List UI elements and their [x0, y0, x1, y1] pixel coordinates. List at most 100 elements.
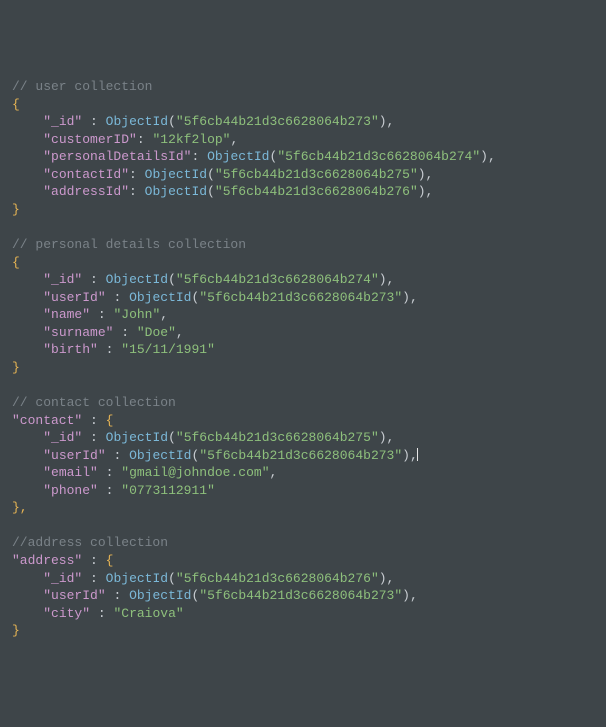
string-value: "5f6cb44b21d3c6628064b276"	[215, 184, 418, 199]
paren-open: (	[168, 571, 176, 586]
paren-open: (	[192, 588, 200, 603]
paren-close: ),	[418, 184, 434, 199]
colon: :	[121, 325, 129, 340]
root-key: "contact"	[12, 413, 82, 428]
string-value: "0773112911"	[121, 483, 215, 498]
paren-close: ),	[480, 149, 496, 164]
brace-close: }	[12, 623, 20, 638]
field-key: "_id"	[43, 571, 82, 586]
colon: :	[129, 184, 137, 199]
colon: :	[90, 553, 98, 568]
paren-close: ),	[402, 290, 418, 305]
comment-contact: // contact collection	[12, 395, 176, 410]
paren-open: (	[168, 430, 176, 445]
paren-close: ),	[379, 114, 395, 129]
brace-open: {	[106, 413, 114, 428]
colon: :	[106, 483, 114, 498]
field-key: "_id"	[43, 272, 82, 287]
brace-close: },	[12, 500, 28, 515]
string-value: "Doe"	[137, 325, 176, 340]
paren-open: (	[168, 272, 176, 287]
string-value: "5f6cb44b21d3c6628064b274"	[277, 149, 480, 164]
func-objectid: ObjectId	[129, 448, 191, 463]
field-key: "name"	[43, 307, 90, 322]
colon: :	[137, 132, 145, 147]
colon: :	[106, 342, 114, 357]
paren-open: (	[168, 114, 176, 129]
func-objectid: ObjectId	[145, 184, 207, 199]
colon: :	[129, 167, 137, 182]
text-cursor	[417, 448, 418, 461]
string-value: "5f6cb44b21d3c6628064b273"	[176, 114, 379, 129]
paren-open: (	[207, 184, 215, 199]
field-key: "contactId"	[43, 167, 129, 182]
string-value: "5f6cb44b21d3c6628064b275"	[176, 430, 379, 445]
paren-close: ),	[379, 272, 395, 287]
colon: :	[90, 272, 98, 287]
func-objectid: ObjectId	[106, 571, 168, 586]
string-value: "5f6cb44b21d3c6628064b273"	[199, 448, 402, 463]
comma: ,	[270, 465, 278, 480]
colon: :	[90, 114, 98, 129]
string-value: "John"	[113, 307, 160, 322]
comma: ,	[176, 325, 184, 340]
colon: :	[113, 588, 121, 603]
func-objectid: ObjectId	[129, 290, 191, 305]
func-objectid: ObjectId	[145, 167, 207, 182]
colon: :	[113, 290, 121, 305]
field-key: "customerID"	[43, 132, 137, 147]
brace-open: {	[12, 97, 20, 112]
string-value: "5f6cb44b21d3c6628064b275"	[215, 167, 418, 182]
paren-close: ),	[379, 571, 395, 586]
field-key: "phone"	[43, 483, 98, 498]
brace-open: {	[106, 553, 114, 568]
root-key: "address"	[12, 553, 82, 568]
string-value: "15/11/1991"	[121, 342, 215, 357]
field-key: "city"	[43, 606, 90, 621]
field-key: "_id"	[43, 430, 82, 445]
code-block: // user collection { "_id" : ObjectId("5…	[12, 78, 594, 640]
func-objectid: ObjectId	[207, 149, 269, 164]
comment-user: // user collection	[12, 79, 152, 94]
func-objectid: ObjectId	[106, 430, 168, 445]
func-objectid: ObjectId	[129, 588, 191, 603]
colon: :	[90, 413, 98, 428]
string-value: "12kf2lop"	[152, 132, 230, 147]
field-key: "_id"	[43, 114, 82, 129]
field-key: "birth"	[43, 342, 98, 357]
string-value: "gmail@johndoe.com"	[121, 465, 269, 480]
field-key: "email"	[43, 465, 98, 480]
string-value: "5f6cb44b21d3c6628064b273"	[199, 290, 402, 305]
comma: ,	[230, 132, 238, 147]
field-key: "surname"	[43, 325, 113, 340]
func-objectid: ObjectId	[106, 272, 168, 287]
string-value: "5f6cb44b21d3c6628064b274"	[176, 272, 379, 287]
brace-close: }	[12, 202, 20, 217]
colon: :	[98, 307, 106, 322]
colon: :	[90, 571, 98, 586]
string-value: "5f6cb44b21d3c6628064b273"	[199, 588, 402, 603]
field-key: "addressId"	[43, 184, 129, 199]
func-objectid: ObjectId	[106, 114, 168, 129]
paren-close: ),	[402, 588, 418, 603]
comma: ,	[160, 307, 168, 322]
field-key: "userId"	[43, 448, 105, 463]
paren-close: ),	[402, 448, 418, 463]
brace-close: }	[12, 360, 20, 375]
field-key: "userId"	[43, 588, 105, 603]
paren-close: ),	[379, 430, 395, 445]
paren-open: (	[207, 167, 215, 182]
string-value: "Craiova"	[113, 606, 183, 621]
colon: :	[106, 465, 114, 480]
comment-address: //address collection	[12, 535, 168, 550]
string-value: "5f6cb44b21d3c6628064b276"	[176, 571, 379, 586]
brace-open: {	[12, 255, 20, 270]
colon: :	[191, 149, 199, 164]
colon: :	[90, 430, 98, 445]
field-key: "userId"	[43, 290, 105, 305]
comment-personal: // personal details collection	[12, 237, 246, 252]
paren-close: ),	[418, 167, 434, 182]
colon: :	[113, 448, 121, 463]
field-key: "personalDetailsId"	[43, 149, 191, 164]
colon: :	[98, 606, 106, 621]
